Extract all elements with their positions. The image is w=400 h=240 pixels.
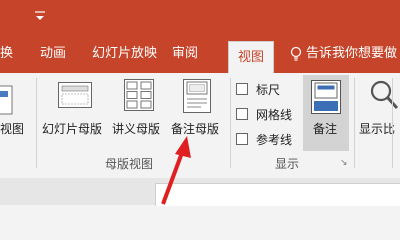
ribbon-view: 视图 幻灯片母版 讲义母版 备注母版 母版视图 标尺 网格线 参考线 备注 显示… bbox=[0, 73, 400, 179]
show-group-label: 显示 bbox=[275, 157, 300, 171]
master-views-group-label: 母版视图 bbox=[105, 157, 154, 171]
guides-checkbox-row[interactable]: 参考线 bbox=[236, 131, 301, 147]
tab-view[interactable]: 视图 bbox=[228, 41, 275, 74]
ruler-label: 标尺 bbox=[256, 83, 281, 97]
notes-button[interactable]: 备注 bbox=[303, 75, 349, 151]
tell-me-text: 告诉我你想要做 bbox=[306, 46, 398, 61]
title-bar bbox=[0, 0, 400, 35]
annotation-arrow bbox=[161, 136, 191, 205]
guides-label: 参考线 bbox=[256, 133, 293, 147]
show-group-expand-icon[interactable]: ↘ bbox=[340, 158, 348, 168]
tab-slideshow[interactable]: 幻灯片放映 bbox=[92, 35, 157, 73]
tab-review[interactable]: 审阅 bbox=[172, 35, 198, 73]
gridlines-checkbox-row[interactable]: 网格线 bbox=[236, 106, 301, 122]
zoom-button[interactable]: 显示比 bbox=[357, 73, 400, 153]
zoom-cut-label: 显示比 bbox=[359, 122, 396, 136]
separator bbox=[230, 78, 231, 168]
separator bbox=[354, 78, 355, 168]
separator bbox=[36, 78, 37, 168]
tab-transitions[interactable]: 换 bbox=[0, 35, 13, 73]
slide-master-label: 幻灯片母版 bbox=[42, 122, 103, 136]
handout-master-icon bbox=[124, 79, 154, 115]
notes-pane-icon bbox=[311, 80, 341, 118]
tab-animations[interactable]: 动画 bbox=[40, 35, 66, 73]
normal-view-button[interactable]: 视图 bbox=[0, 73, 34, 153]
ruler-checkbox[interactable] bbox=[236, 83, 248, 95]
notes-button-label: 备注 bbox=[313, 122, 338, 136]
handout-master-label: 讲义母版 bbox=[112, 122, 161, 136]
ribbon-tabs: 换 动画 幻灯片放映 审阅 视图 告诉我你想要做 bbox=[0, 35, 400, 74]
notes-master-icon bbox=[183, 79, 211, 117]
slide-view-icon bbox=[0, 85, 14, 119]
magnifier-icon bbox=[369, 79, 399, 117]
guides-checkbox[interactable] bbox=[236, 133, 248, 145]
separator bbox=[392, 78, 393, 168]
gridlines-checkbox[interactable] bbox=[236, 108, 248, 120]
lightbulb-icon bbox=[290, 46, 302, 66]
quick-access-dropdown[interactable] bbox=[33, 8, 47, 24]
ruler-checkbox-row[interactable]: 标尺 bbox=[236, 81, 301, 97]
slide-master-icon bbox=[58, 82, 92, 112]
gridlines-label: 网格线 bbox=[256, 108, 293, 122]
left-cut-label: 视图 bbox=[0, 122, 25, 136]
slide-master-button[interactable]: 幻灯片母版 bbox=[40, 73, 108, 153]
